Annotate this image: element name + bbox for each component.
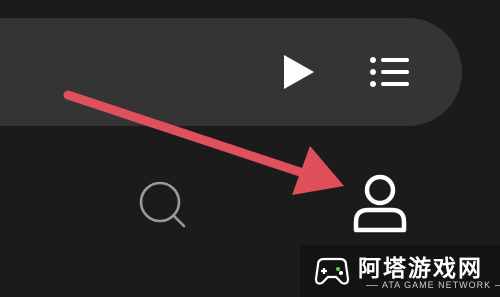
nav-tab-profile[interactable] [346,170,414,238]
nav-tab-search[interactable] [132,176,192,236]
watermark-subtitle: ATA GAME NETWORK [362,280,500,290]
play-button[interactable] [278,52,318,92]
search-icon [139,181,186,228]
watermark-title: 阿塔游戏网 [358,256,483,282]
profile-icon [353,174,407,233]
queue-button[interactable] [364,52,412,92]
watermark: 阿塔游戏网 ATA GAME NETWORK [300,245,500,297]
gamepad-icon [314,257,350,285]
app-screen: 阿塔游戏网 ATA GAME NETWORK [0,0,500,297]
play-icon [284,55,314,89]
queue-list-icon [370,57,409,87]
